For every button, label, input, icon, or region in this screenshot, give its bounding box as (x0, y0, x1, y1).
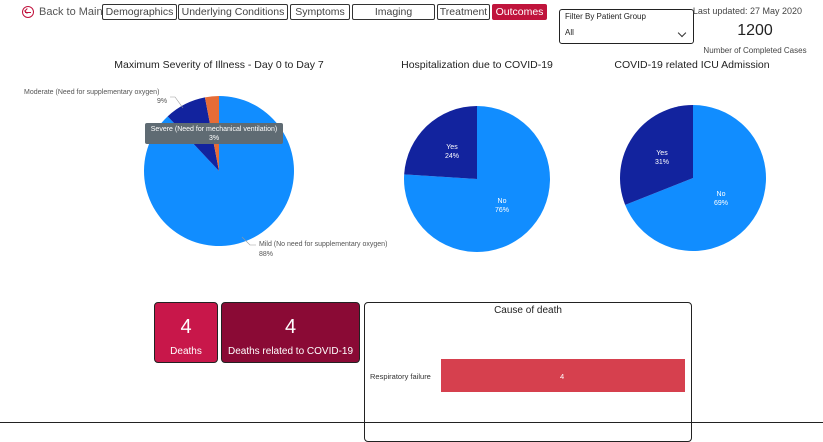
icu-no-label: No (716, 191, 726, 198)
deaths-card: 4 Deaths (154, 302, 218, 363)
hosp-no-label: No (497, 198, 507, 205)
icu-pie[interactable] (620, 105, 767, 251)
hosp-yes-label: Yes (446, 144, 458, 151)
moderate-category-label: Moderate (Need for supplementary oxygen) (24, 89, 160, 96)
pie-slice-mild[interactable] (144, 96, 295, 247)
icu-no-value: 69% (713, 200, 728, 207)
deaths-label: Deaths (170, 346, 202, 357)
hosp-yes-value: 24% (444, 153, 459, 160)
bar-value-label: 4 (560, 372, 565, 381)
bar-category-label: Respiratory failure (370, 372, 431, 381)
covid-deaths-value: 4 (284, 316, 297, 338)
tooltip-category: Severe (Need for mechanical ventilation) (150, 126, 278, 133)
tooltip-value: 3% (208, 135, 220, 142)
pie-slice-hosp-yes[interactable] (404, 106, 477, 179)
hospitalization-pie[interactable] (404, 106, 550, 252)
bottom-divider (0, 422, 823, 423)
icu-yes-label: Yes (656, 150, 668, 157)
hosp-no-value: 76% (494, 207, 509, 214)
severity-pie[interactable] (144, 96, 295, 247)
severe-tooltip: Severe (Need for mechanical ventilation)… (145, 123, 283, 144)
cause-of-death-chart: Cause of death Respiratory failure 4 (364, 302, 692, 442)
mild-category-label: Mild (No need for supplementary oxygen) (259, 241, 388, 248)
covid-deaths-label: Deaths related to COVID-19 (227, 346, 354, 357)
mild-value-label: 88% (259, 251, 274, 258)
covid-deaths-card: 4 Deaths related to COVID-19 (221, 302, 360, 363)
deaths-value: 4 (180, 316, 192, 338)
cause-of-death-title: Cause of death (494, 305, 562, 316)
icu-yes-value: 31% (654, 159, 669, 166)
moderate-value-label: 9% (157, 98, 168, 105)
